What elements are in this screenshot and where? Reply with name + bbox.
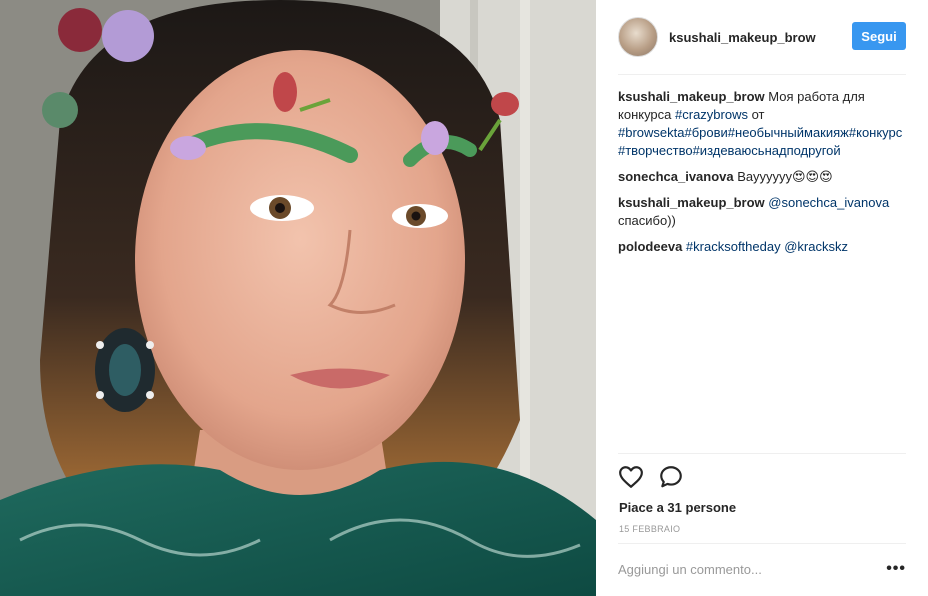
hashtag-link[interactable]: #издеваюсьнадподругой [693, 143, 841, 158]
add-comment-input[interactable] [618, 562, 868, 577]
instagram-post-modal: ksushali_makeup_brow Segui ksushali_make… [0, 0, 928, 596]
post-actions: Piace a 31 persone 15 febbraio [618, 453, 906, 543]
hashtag-link[interactable]: #брови [684, 125, 727, 140]
comment-item: ksushali_makeup_brow @sonechca_ivanova с… [618, 194, 908, 230]
hashtag-link[interactable]: #конкурс [849, 125, 902, 140]
post-photo[interactable] [0, 0, 596, 596]
likes-count[interactable]: Piace a 31 persone [619, 500, 736, 515]
mention-link[interactable]: @krackskz [784, 239, 848, 254]
avatar[interactable] [618, 17, 658, 57]
comment-text: от [747, 107, 765, 122]
add-comment-section: ••• [618, 543, 906, 596]
hashtag-link[interactable]: #kracksoftheday [686, 239, 781, 254]
post-sidebar: ksushali_makeup_brow Segui ksushali_make… [596, 0, 928, 596]
hashtag-link[interactable]: #творчество [618, 143, 693, 158]
comment-text: Вауууууу😍😍😍 [733, 169, 833, 184]
comment-item: sonechca_ivanova Вауууууу😍😍😍 [618, 168, 908, 186]
comment-bubble-icon[interactable] [658, 464, 684, 490]
portrait-illustration [0, 0, 596, 596]
comment-item: polodeeva #kracksoftheday @krackskz [618, 238, 908, 256]
post-date[interactable]: 15 febbraio [619, 524, 680, 534]
post-header: ksushali_makeup_brow Segui [618, 0, 906, 75]
comment-author[interactable]: sonechca_ivanova [618, 169, 734, 184]
comment-author[interactable]: ksushali_makeup_brow [618, 195, 765, 210]
comment-author[interactable]: ksushali_makeup_brow [618, 89, 765, 104]
comment-item: ksushali_makeup_brow Моя работа для конк… [618, 88, 908, 160]
heart-icon[interactable] [618, 464, 644, 490]
more-options-icon[interactable]: ••• [886, 561, 906, 577]
hashtag-link[interactable]: #необычныймакияж [728, 125, 849, 140]
comment-author[interactable]: polodeeva [618, 239, 682, 254]
hashtag-link[interactable]: #crazybrows [675, 107, 748, 122]
comments-list: ksushali_makeup_brow Моя работа для конк… [618, 88, 908, 264]
mention-link[interactable]: @sonechca_ivanova [768, 195, 889, 210]
header-username[interactable]: ksushali_makeup_brow [669, 30, 816, 45]
hashtag-link[interactable]: #browsekta [618, 125, 684, 140]
follow-button[interactable]: Segui [852, 22, 906, 50]
comment-text: спасибо)) [618, 213, 676, 228]
